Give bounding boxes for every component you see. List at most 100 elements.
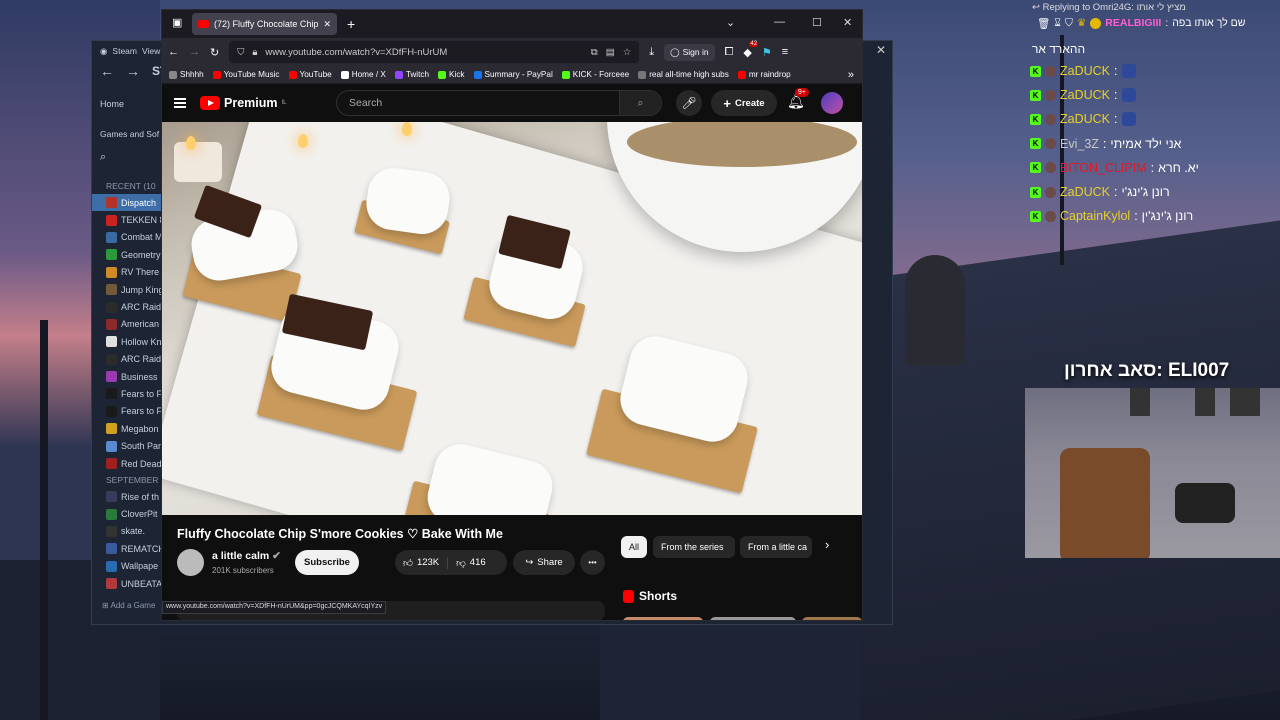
extensions-icon[interactable]: ⧠	[725, 46, 734, 59]
chat-username[interactable]: ZaDUCK	[1060, 112, 1110, 126]
window-close-icon[interactable]: ✕	[843, 16, 852, 29]
filter-chip[interactable]: All	[621, 536, 647, 558]
maximize-icon[interactable]: ☐	[812, 16, 822, 29]
chat-message: K ZaDUCK:	[1030, 86, 1248, 104]
reload-icon[interactable]: ↻	[210, 46, 219, 59]
steam-game-item[interactable]: Business	[92, 368, 162, 385]
steam-game-item[interactable]: UNBEATA	[92, 575, 162, 592]
new-tab-icon[interactable]: +	[347, 16, 355, 32]
account-avatar[interactable]	[821, 92, 843, 114]
subscribe-button[interactable]: Subscribe	[295, 550, 359, 575]
steam-game-item[interactable]: Combat M	[92, 229, 162, 246]
search-input[interactable]: Search ⌕	[336, 90, 662, 116]
steam-game-item[interactable]: Wallpape	[92, 558, 162, 575]
bookmark-item[interactable]: YouTube	[288, 70, 332, 79]
game-icon	[106, 353, 117, 365]
steam-game-item[interactable]: American	[92, 316, 162, 333]
steam-game-item[interactable]: Jump King	[92, 281, 162, 298]
steam-game-item[interactable]: RV There	[92, 264, 162, 281]
video-player[interactable]	[162, 122, 862, 515]
minimize-icon[interactable]: —	[774, 16, 785, 28]
steam-game-item[interactable]: South Par	[92, 437, 162, 454]
create-button[interactable]: + Create	[711, 90, 777, 116]
steam-game-item[interactable]: Red Dead	[92, 455, 162, 472]
bookmark-star-icon[interactable]: ☆	[623, 47, 632, 58]
search-icon[interactable]: ⌕	[619, 91, 661, 115]
steam-game-item[interactable]: Fears to F	[92, 403, 162, 420]
back-arrow-icon[interactable]: ←	[100, 63, 114, 79]
tab-list-icon[interactable]: ▣	[172, 16, 182, 29]
steam-game-item[interactable]: ARC Raide	[92, 351, 162, 368]
chat-username[interactable]: ZaDUCK	[1060, 88, 1110, 102]
active-tab[interactable]: (72) Fluffy Chocolate Chip S'mo ✕	[192, 13, 337, 35]
forward-icon[interactable]: →	[189, 46, 200, 58]
chat-username[interactable]: CaptainKylol	[1060, 209, 1130, 223]
steam-game-item[interactable]: ARC Raide	[92, 298, 162, 315]
chips-next-chevron-icon[interactable]: ›	[825, 537, 829, 552]
search-icon[interactable]: ⌕	[100, 151, 106, 164]
bookmark-favicon-icon	[288, 70, 297, 79]
chat-username[interactable]: BITON_CLIPIM	[1060, 161, 1147, 175]
steam-game-item[interactable]: Rise of th	[92, 488, 162, 505]
steam-menu-view[interactable]: View	[142, 46, 160, 57]
bookmark-item[interactable]: Twitch	[394, 70, 429, 79]
forward-arrow-icon[interactable]: →	[126, 63, 140, 79]
steam-games-filter[interactable]: Games and Sof	[92, 129, 159, 139]
url-text[interactable]: www.youtube.com/watch?v=XDfFH-nUrUM	[265, 47, 582, 58]
tab-overflow-chevron-icon[interactable]: ⌄	[726, 16, 735, 29]
chat-username[interactable]: Evi_3Z	[1060, 137, 1099, 151]
filter-chip[interactable]: From a little ca	[740, 536, 812, 558]
menu-icon[interactable]: ≡	[782, 46, 788, 58]
steam-game-item[interactable]: REMATCH	[92, 540, 162, 557]
url-bar[interactable]: ⛉ 🔒︎ www.youtube.com/watch?v=XDfFH-nUrUM…	[229, 41, 640, 63]
bookmark-item[interactable]: real all-time high subs	[638, 70, 729, 79]
bookmark-item[interactable]: KICK - Forceee	[561, 70, 629, 79]
dislike-button[interactable]: 👎︎ 416	[448, 557, 486, 569]
picture-in-picture-icon[interactable]: ⧉	[591, 47, 598, 58]
steam-game-item[interactable]: Fears to F	[92, 385, 162, 402]
hamburger-menu-icon[interactable]	[174, 98, 186, 108]
game-name: ARC Raide	[121, 354, 162, 365]
bookmark-item[interactable]: Summary - PayPal	[473, 70, 553, 79]
steam-game-item[interactable]: Megabon	[92, 420, 162, 437]
chat-username[interactable]: ZaDUCK	[1060, 64, 1110, 78]
game-icon	[106, 231, 117, 243]
steam-menu-steam[interactable]: Steam	[112, 46, 137, 57]
bookmark-item[interactable]: Shhhh	[169, 70, 204, 79]
steam-home[interactable]: Home	[92, 99, 124, 109]
like-button[interactable]: 👍︎ 123K	[403, 556, 449, 569]
bookmarks-overflow-icon[interactable]: »	[848, 69, 862, 81]
reader-view-icon[interactable]: ▤	[606, 47, 615, 58]
more-actions-button[interactable]: •••	[580, 550, 605, 575]
bookmark-item[interactable]: Home / X	[340, 70, 386, 79]
add-game-button[interactable]: ⊞ Add a Game	[102, 601, 155, 610]
steam-game-item[interactable]: Dispatch	[92, 194, 162, 212]
translate-extension-icon[interactable]: ⚑	[762, 46, 772, 59]
steam-close-icon[interactable]: ✕	[876, 43, 886, 57]
steam-game-item[interactable]: skate.	[92, 523, 162, 540]
chat-username[interactable]: ZaDUCK	[1060, 185, 1110, 199]
steam-game-item[interactable]: TEKKEN 8	[92, 211, 162, 228]
tab-close-icon[interactable]: ✕	[323, 19, 331, 30]
sign-in-button[interactable]: ◯ Sign in	[664, 43, 715, 61]
voice-search-mic-icon[interactable]: 🎤︎	[676, 90, 702, 116]
user-badge-icon	[1045, 65, 1056, 77]
shorts-thumbnail[interactable]	[623, 617, 703, 620]
youtube-premium-logo[interactable]: Premium IL	[200, 96, 287, 110]
steam-game-item[interactable]: Hollow Kn	[92, 333, 162, 350]
steam-game-item[interactable]: CloverPit	[92, 505, 162, 522]
steam-game-item[interactable]: Geometry	[92, 246, 162, 263]
share-button[interactable]: ↪ Share	[513, 550, 575, 575]
shorts-thumbnail[interactable]	[802, 617, 862, 620]
shorts-thumbnail[interactable]	[710, 617, 796, 620]
bookmark-item[interactable]: YouTube Music	[212, 70, 280, 79]
channel-name[interactable]: a little calm ✔	[212, 550, 281, 562]
filter-chip[interactable]: From the series	[653, 536, 735, 558]
bookmark-item[interactable]: Kick	[438, 70, 465, 79]
extension-badge-icon[interactable]: ◆ 42	[743, 40, 759, 59]
bookmark-item[interactable]: mr raindrop	[737, 70, 791, 79]
browser-window[interactable]: ▣ (72) Fluffy Chocolate Chip S'mo ✕ + ⌄ …	[161, 9, 863, 621]
downloads-icon[interactable]: ⤓	[649, 46, 654, 59]
back-icon[interactable]: ←	[168, 46, 179, 58]
channel-avatar[interactable]	[177, 549, 204, 576]
